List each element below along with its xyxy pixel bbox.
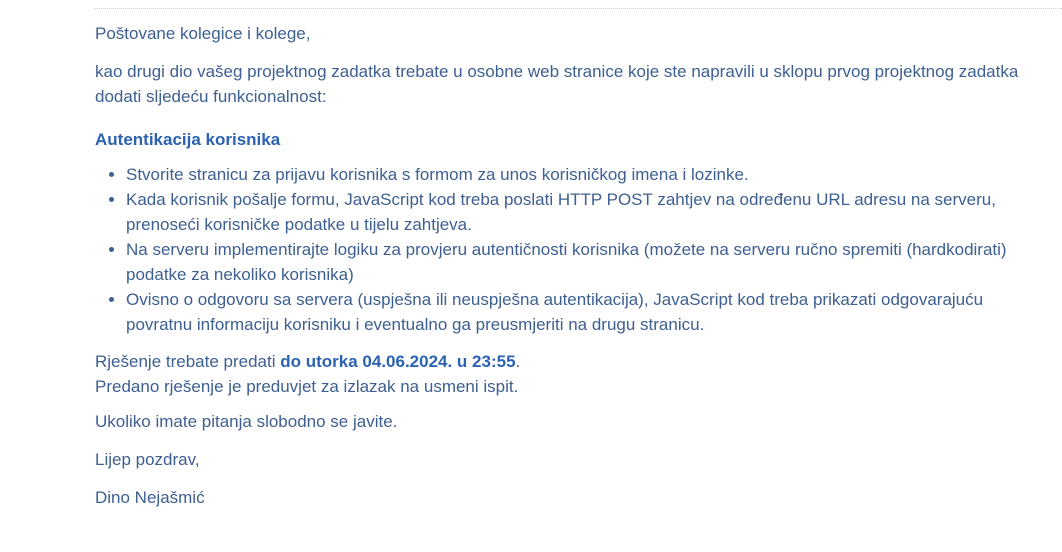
- deadline-paragraph: Rješenje trebate predati do utorka 04.06…: [95, 349, 1050, 399]
- intro-paragraph: kao drugi dio vašeg projektnog zadatka t…: [95, 62, 1019, 106]
- prerequisite-text: Predano rješenje je preduvjet za izlazak…: [95, 377, 519, 396]
- top-divider: [95, 8, 1062, 9]
- task-item: Na serveru implementirajte logiku za pro…: [126, 237, 1050, 287]
- task-list: Stvorite stranicu za prijavu korisnika s…: [95, 162, 1050, 337]
- greeting: Poštovane kolegice i kolege,: [95, 24, 311, 43]
- task-item: Kada korisnik pošalje formu, JavaScript …: [126, 187, 1050, 237]
- deadline-date: do utorka 04.06.2024. u 23:55: [280, 352, 516, 371]
- task-item: Ovisno o odgovoru sa servera (uspješna i…: [126, 287, 1050, 337]
- deadline-suffix: .: [515, 352, 521, 371]
- deadline-prefix: Rješenje trebate predati: [95, 352, 281, 371]
- signature: Dino Nejašmić: [95, 488, 205, 507]
- message-body: Poštovane kolegice i kolege, kao drugi d…: [95, 21, 1050, 523]
- task-item: Stvorite stranicu za prijavu korisnika s…: [126, 162, 1050, 187]
- closing-text: Lijep pozdrav,: [95, 450, 200, 469]
- section-heading: Autentikacija korisnika: [95, 130, 281, 149]
- questions-text: Ukoliko imate pitanja slobodno se javite…: [95, 412, 398, 431]
